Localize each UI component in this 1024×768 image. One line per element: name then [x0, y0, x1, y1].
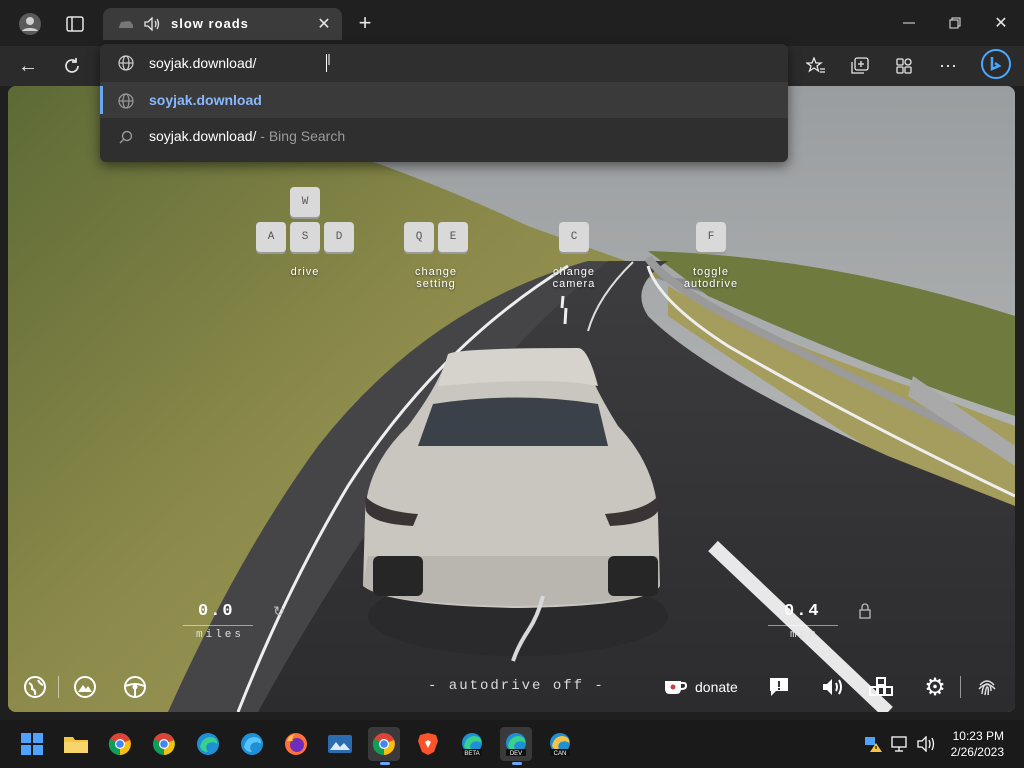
change-camera-label: change camera: [552, 266, 596, 290]
hud-separator: [58, 676, 59, 698]
back-icon[interactable]: ←: [16, 54, 40, 78]
tab-actions-icon[interactable]: [64, 14, 86, 34]
address-input[interactable]: soyjak.download/: [149, 55, 256, 71]
photos-icon[interactable]: [324, 727, 356, 761]
globe-icon[interactable]: [22, 674, 48, 700]
dev-badge: DEV: [510, 751, 522, 757]
chrome-active-icon[interactable]: [368, 727, 400, 761]
donate-label: donate: [695, 679, 738, 695]
clock-time: 10:23 PM: [952, 729, 1004, 743]
hud-separator-right: [960, 676, 961, 698]
donate-button[interactable]: donate: [663, 674, 738, 700]
bing-chat-icon[interactable]: [980, 48, 1012, 80]
minimize-icon[interactable]: [898, 12, 920, 34]
suggestion-query: soyjak.download/: [149, 128, 257, 144]
suggestion-search-text: soyjak.download/ - Bing Search: [149, 128, 345, 144]
volume-icon[interactable]: [820, 674, 846, 700]
beta-badge: BETA: [464, 751, 479, 757]
extensions-icon[interactable]: [892, 54, 916, 78]
key-a: A: [256, 222, 286, 252]
profile-avatar-icon[interactable]: [18, 12, 42, 36]
security-warning-icon[interactable]: [860, 727, 886, 761]
steering-wheel-icon[interactable]: [122, 674, 148, 700]
selection-indicator: [100, 86, 103, 114]
close-window-icon[interactable]: ✕: [990, 12, 1012, 34]
reset-distance-icon[interactable]: ↻: [270, 602, 288, 620]
distance-unit: miles: [196, 629, 245, 641]
address-bar[interactable]: soyjak.download/ I: [100, 44, 788, 82]
suggestion-search[interactable]: soyjak.download/ - Bing Search: [100, 118, 788, 154]
chrome-icon[interactable]: [104, 727, 136, 761]
speed-unit: mph: [790, 629, 819, 641]
favorites-icon[interactable]: [804, 54, 828, 78]
key-d: D: [324, 222, 354, 252]
tab-slow-roads[interactable]: slow roads ✕: [103, 8, 342, 40]
edge-dev-icon[interactable]: DEV: [500, 727, 532, 761]
brave-icon[interactable]: [412, 727, 444, 761]
distance-divider: [183, 625, 253, 626]
speed-divider: [768, 625, 838, 626]
speed-value: 0.4: [784, 602, 821, 621]
collections-icon[interactable]: [848, 54, 872, 78]
title-bar: slow roads ✕ + ✕: [0, 0, 1024, 46]
edge-beta-icon[interactable]: BETA: [456, 727, 488, 761]
edge-canary-icon[interactable]: CAN: [544, 727, 576, 761]
suggestion-engine: - Bing Search: [256, 128, 346, 144]
system-clock[interactable]: 10:23 PM 2/26/2023: [951, 728, 1004, 760]
audio-playing-icon[interactable]: [143, 16, 161, 32]
restore-icon[interactable]: [944, 12, 966, 34]
tab-favicon-icon: [117, 16, 135, 32]
more-options-icon[interactable]: ⋯: [936, 54, 960, 78]
clock-date: 2/26/2023: [950, 745, 1004, 759]
globe-suggestion-icon: [117, 92, 135, 110]
key-e: E: [438, 222, 468, 252]
active-app-indicator-2: [512, 762, 522, 765]
key-f: F: [696, 222, 726, 252]
landscape-icon[interactable]: [72, 674, 98, 700]
suggestion-url-text: soyjak.download: [149, 92, 262, 108]
distance-value: 0.0: [198, 602, 235, 621]
speaker-icon[interactable]: [914, 727, 940, 761]
key-w: W: [290, 187, 320, 217]
can-badge: CAN: [554, 751, 567, 757]
settings-gear-icon[interactable]: ⚙: [922, 674, 948, 701]
toggle-autodrive-label: toggle autodrive: [683, 266, 739, 290]
key-s: S: [290, 222, 320, 252]
key-c: C: [559, 222, 589, 252]
drive-label: drive: [290, 266, 320, 278]
coffee-cup-icon: [663, 677, 687, 697]
active-app-indicator: [380, 762, 390, 765]
chrome-alt-icon[interactable]: [148, 727, 180, 761]
lock-icon[interactable]: [856, 602, 874, 620]
change-setting-label: change setting: [414, 266, 458, 290]
suggestion-url[interactable]: soyjak.download: [100, 82, 788, 118]
mouse-ibeam-icon: I: [326, 52, 332, 69]
graphics-quality-icon[interactable]: [868, 674, 894, 700]
key-q: Q: [404, 222, 434, 252]
close-tab-icon[interactable]: ✕: [315, 16, 333, 33]
edge-icon[interactable]: [192, 727, 224, 761]
edge-beta-alt-icon[interactable]: [236, 727, 268, 761]
new-tab-icon[interactable]: +: [354, 10, 376, 35]
autodrive-status: - autodrive off -: [428, 678, 605, 694]
search-icon: [117, 128, 135, 146]
refresh-icon[interactable]: [60, 54, 84, 78]
game-viewport[interactable]: W A S D drive Q E change setting C change…: [8, 86, 1015, 712]
globe-site-icon: [117, 54, 135, 72]
feedback-icon[interactable]: [766, 674, 792, 700]
fingerprint-icon[interactable]: [974, 674, 1000, 700]
firefox-icon[interactable]: [280, 727, 312, 761]
file-explorer-icon[interactable]: [60, 727, 92, 761]
start-button-icon[interactable]: [16, 727, 48, 761]
network-icon[interactable]: [888, 727, 914, 761]
tab-title: slow roads: [171, 16, 249, 31]
address-bar-dropdown: soyjak.download/ I soyjak.download soyja…: [100, 44, 788, 162]
